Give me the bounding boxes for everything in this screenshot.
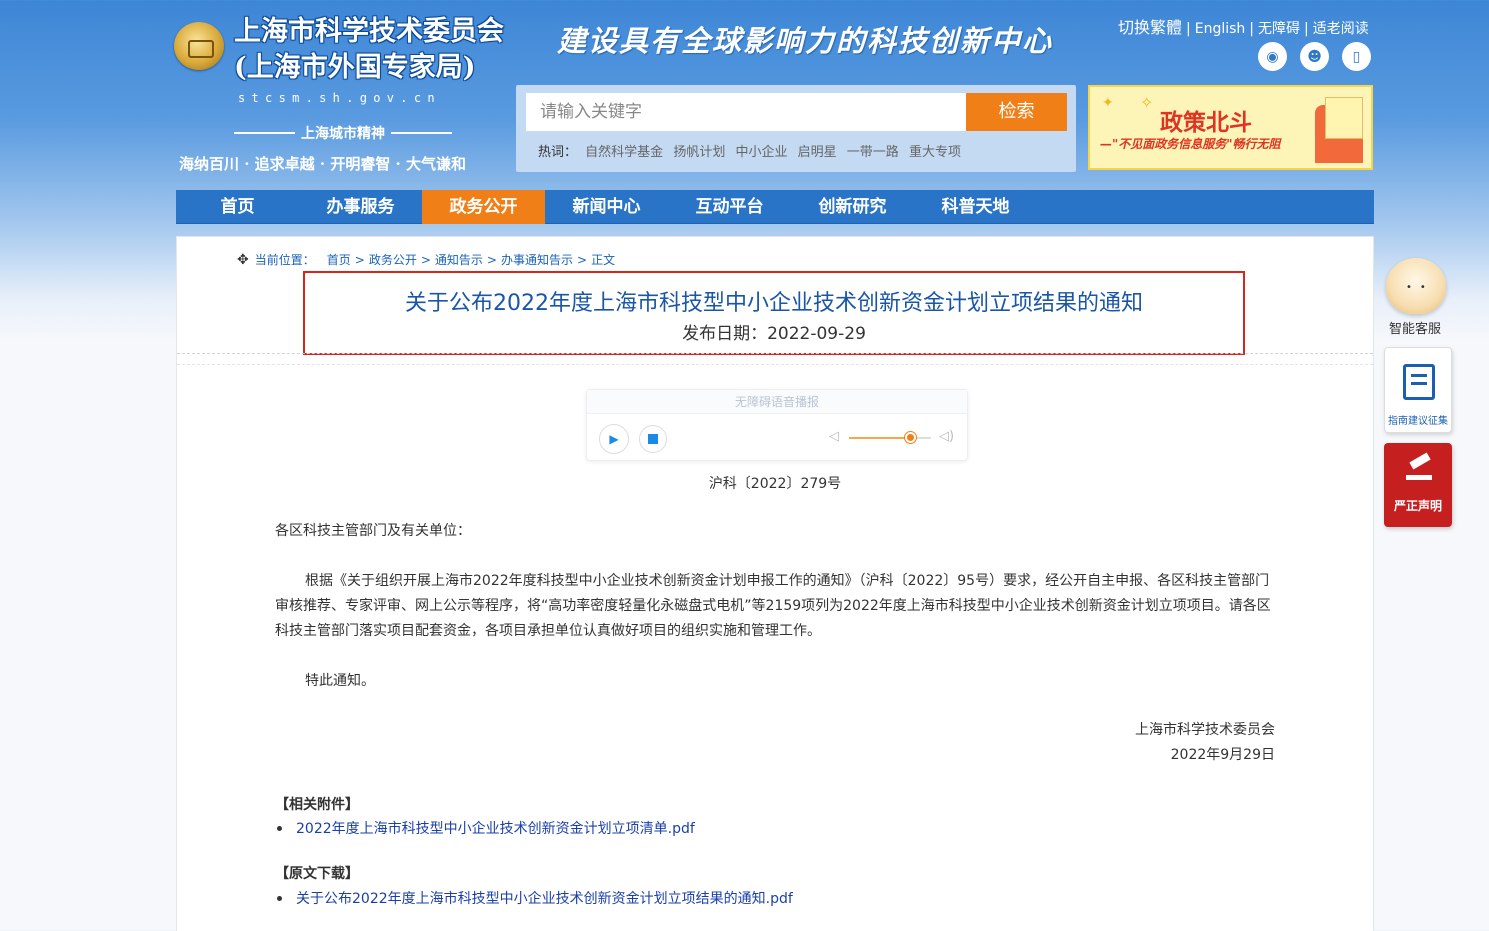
accessibility-link[interactable]: 无障碍	[1258, 21, 1300, 37]
volume-high-icon: ◁)	[939, 429, 955, 444]
elderly-reading-link[interactable]: 适老阅读	[1313, 21, 1369, 37]
attachment-link[interactable]: 2022年度上海市科技型中小企业技术创新资金计划立项清单.pdf	[275, 818, 695, 838]
bullet	[277, 895, 282, 901]
chatbot-label[interactable]: 智能客服	[1380, 318, 1450, 337]
search-input[interactable]: 请输入关键字	[526, 93, 976, 131]
breadcrumb-item[interactable]: 政务公开	[369, 251, 417, 268]
greeting: 各区科技主管部门及有关单位：	[275, 523, 471, 539]
volume-slider[interactable]	[849, 437, 931, 439]
article-container: ✥ 当前位置： 首页 > 政务公开 > 通知告示 > 办事通知告示 > 正文 关于公布2…	[176, 236, 1374, 931]
english-link[interactable]: English	[1195, 21, 1246, 37]
search-panel: 请输入关键字 检索 热词： 自然科学基金 扬帆计划 中小企业 启明星 一带一路 …	[516, 85, 1076, 172]
solemn-statement-label: 严正声明	[1393, 499, 1442, 513]
hot-word[interactable]: 启明星	[798, 145, 837, 160]
signature-date: 2022年9月29日	[1170, 747, 1275, 763]
site-title[interactable]: 上海市科学技术委员会 (上海市外国专家局)	[234, 14, 504, 86]
breadcrumb-label: 当前位置：	[254, 253, 315, 267]
divider	[177, 353, 1373, 354]
banner-subtitle: —"不见面政务信息服务"畅行无阻	[1100, 137, 1281, 151]
location-icon: ✥	[237, 251, 249, 268]
sparkle-icon: ✦	[1102, 95, 1114, 111]
attachment-link-text[interactable]: 2022年度上海市科技型中小企业技术创新资金计划立项清单.pdf	[296, 818, 695, 838]
nav-item-services[interactable]: 办事服务	[299, 190, 422, 224]
breadcrumb-item[interactable]: 通知告示	[435, 251, 483, 268]
breadcrumb-item[interactable]: 办事通知告示	[501, 251, 573, 268]
nav-item-home[interactable]: 首页	[176, 190, 299, 224]
audio-player: 无障碍语音播报 ▶ ◁ ◁)	[586, 389, 968, 461]
guide-suggestion-label: 指南建议征集	[1388, 416, 1448, 427]
hot-words-label: 热词：	[538, 145, 578, 160]
chatbot-face: ••	[1406, 282, 1434, 293]
publish-date: 发布日期：2022-09-29	[682, 324, 866, 344]
attachments-heading: 【相关附件】	[275, 797, 359, 813]
nav-item-government-affairs[interactable]: 政务公开	[422, 190, 545, 224]
hot-word[interactable]: 重大专项	[909, 145, 961, 160]
emblem-logo[interactable]	[174, 22, 224, 70]
volume-slider-handle[interactable]	[905, 432, 916, 443]
sparkle-icon: ✧	[1140, 93, 1154, 112]
social-icons: ◉ ☻ ▯	[1258, 42, 1371, 71]
breadcrumb: ✥ 当前位置： 首页 > 政务公开 > 通知告示 > 办事通知告示 > 正文	[237, 251, 616, 268]
policy-beidou-banner[interactable]: ✦ ✧ 政策北斗 —"不见面政务信息服务"畅行无阻	[1088, 85, 1373, 170]
stop-icon[interactable]	[639, 425, 667, 453]
search-button[interactable]: 检索	[966, 93, 1067, 131]
nav-item-science-popularization[interactable]: 科普天地	[914, 190, 1037, 224]
divider	[177, 364, 1373, 365]
article-header: 关于公布2022年度上海市科技型中小企业技术创新资金计划立项结果的通知 发布日期…	[303, 271, 1245, 355]
download-heading: 【原文下载】	[275, 866, 359, 882]
hot-words: 热词： 自然科学基金 扬帆计划 中小企业 启明星 一带一路 重大专项	[538, 141, 967, 160]
site-title-line2: (上海市外国专家局)	[234, 52, 476, 83]
breadcrumb-item: 正文	[591, 253, 616, 267]
bullet	[277, 825, 282, 831]
top-links: 切换繁體 | English | 无障碍 | 适老阅读	[1118, 18, 1369, 37]
download-link[interactable]: 关于公布2022年度上海市科技型中小企业技术创新资金计划立项结果的通知.pdf	[275, 888, 793, 908]
hot-word[interactable]: 中小企业	[735, 145, 787, 160]
hot-word[interactable]: 自然科学基金	[585, 145, 663, 160]
banner-title: 政策北斗	[1160, 109, 1252, 136]
nav-item-interaction[interactable]: 互动平台	[668, 190, 791, 224]
spirit-heading: 上海城市精神	[234, 123, 452, 143]
download-link-text[interactable]: 关于公布2022年度上海市科技型中小企业技术创新资金计划立项结果的通知.pdf	[296, 888, 793, 908]
nav-item-news[interactable]: 新闻中心	[545, 190, 668, 224]
divider	[234, 132, 295, 134]
document-number: 沪科〔2022〕279号	[708, 476, 842, 492]
divider	[391, 132, 452, 134]
hot-word[interactable]: 一带一路	[847, 145, 899, 160]
hot-word[interactable]: 扬帆计划	[673, 145, 725, 160]
volume-low-icon: ◁	[829, 429, 839, 444]
breadcrumb-item[interactable]: 首页	[327, 251, 351, 268]
site-domain: stcsm.sh.gov.cn	[238, 91, 441, 105]
traditional-chinese-link[interactable]: 切换繁體	[1118, 18, 1182, 37]
form-edit-icon	[1403, 364, 1435, 400]
hand-document-icon	[1315, 97, 1363, 163]
nav-item-research[interactable]: 创新研究	[791, 190, 914, 224]
gavel-icon	[1406, 457, 1432, 480]
weibo-icon[interactable]: ◉	[1258, 42, 1287, 71]
article-title: 关于公布2022年度上海市科技型中小企业技术创新资金计划立项结果的通知	[405, 291, 1143, 316]
solemn-statement-button[interactable]: 严正声明	[1384, 443, 1452, 527]
closing: 特此通知。	[305, 673, 375, 689]
mobile-icon[interactable]: ▯	[1342, 42, 1371, 71]
spirit-heading-text: 上海城市精神	[301, 126, 385, 142]
guide-suggestion-button[interactable]: 指南建议征集	[1384, 347, 1452, 433]
main-nav: 首页 办事服务 政务公开 新闻中心 互动平台 创新研究 科普天地	[176, 190, 1374, 224]
slogan: 建设具有全球影响力的科技创新中心	[557, 24, 1054, 58]
wechat-icon[interactable]: ☻	[1300, 42, 1329, 71]
play-icon[interactable]: ▶	[599, 424, 629, 454]
article-body: 根据《关于组织开展上海市2022年度科技型中小企业技术创新资金计划申报工作的通知…	[275, 573, 1271, 639]
audio-player-label: 无障碍语音播报	[587, 390, 967, 414]
spirit-text: 海纳百川 · 追求卓越 · 开明睿智 · 大气谦和	[179, 155, 467, 173]
site-title-line1: 上海市科学技术委员会	[234, 16, 504, 47]
chatbot-icon[interactable]: ••	[1384, 254, 1448, 318]
signature-org: 上海市科学技术委员会	[1135, 722, 1275, 738]
